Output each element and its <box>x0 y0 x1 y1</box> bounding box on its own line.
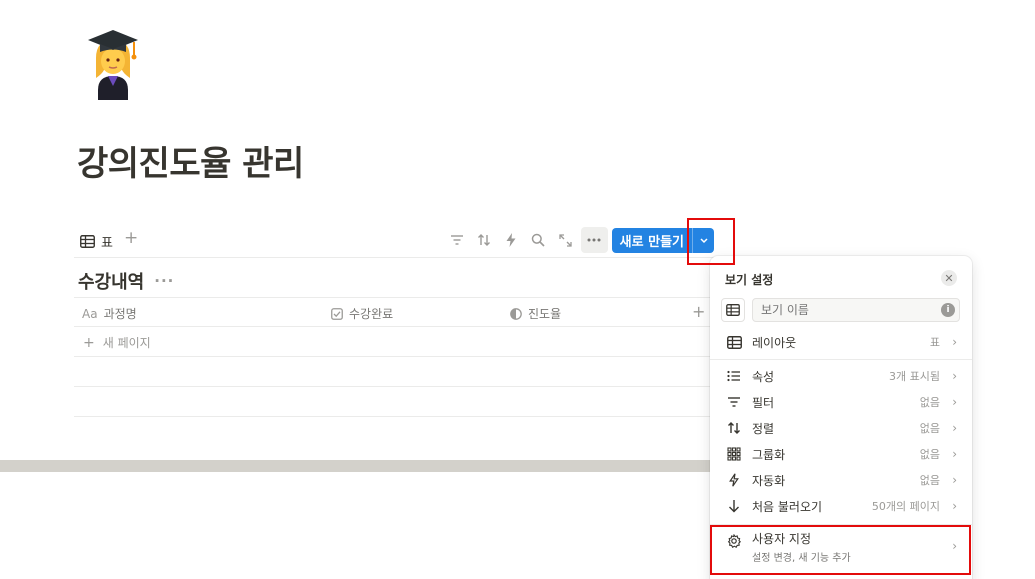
column-header-progress[interactable]: 진도율 <box>510 305 561 322</box>
checkbox-icon <box>331 307 343 320</box>
highlight-box-customize <box>710 525 971 575</box>
automation-label: 자동화 <box>752 473 786 488</box>
database-more-icon[interactable]: ··· <box>154 272 174 290</box>
initial-load-value: 50개의 페이지 <box>871 500 940 513</box>
table-header: Aa 과정명 수강완료 진도율 + <box>74 297 714 327</box>
expand-button[interactable] <box>552 227 579 253</box>
list-icon <box>726 368 742 384</box>
automation-button[interactable] <box>498 227 525 253</box>
table-row <box>74 357 714 387</box>
initial-load-row[interactable]: 처음 불러오기 50개의 페이지 › <box>710 493 972 519</box>
group-row[interactable]: 그룹화 없음 › <box>710 441 972 467</box>
sort-row[interactable]: 정렬 없음 › <box>710 415 972 441</box>
table-row <box>74 387 714 417</box>
view-icon-button[interactable] <box>721 298 745 322</box>
search-icon <box>531 233 545 247</box>
column-header-label: 과정명 <box>103 307 137 321</box>
page-title: 강의진도율 관리 <box>77 144 304 184</box>
close-button[interactable]: ✕ <box>941 270 957 286</box>
filter-button[interactable] <box>444 227 471 253</box>
database-title-text: 수강내역 <box>78 272 145 293</box>
layout-value: 표 <box>929 336 940 349</box>
column-header-label: 수강완료 <box>349 307 394 321</box>
search-button[interactable] <box>525 227 552 253</box>
page-divider-bar <box>0 460 720 472</box>
sort-label: 정렬 <box>752 421 775 436</box>
automation-row[interactable]: 자동화 없음 › <box>710 467 972 493</box>
expand-icon <box>559 233 572 247</box>
more-options-button[interactable] <box>580 227 608 253</box>
properties-label: 속성 <box>752 369 775 384</box>
layout-row[interactable]: 레이아웃 표 › <box>710 329 972 355</box>
view-name-input[interactable] <box>752 298 960 322</box>
column-header-completed[interactable]: 수강완료 <box>331 305 393 322</box>
view-settings-title: 보기 설정 <box>725 273 774 287</box>
sort-value: 없음 <box>919 422 940 435</box>
view-toolbar: 새로 만들기 <box>444 227 714 253</box>
more-dots-icon <box>587 238 601 242</box>
filter-value: 없음 <box>919 396 940 409</box>
formula-icon <box>510 307 522 320</box>
column-header-label: 진도율 <box>528 307 562 321</box>
page-icon-graduate[interactable] <box>84 28 142 100</box>
database-table: Aa 과정명 수강완료 진도율 + + 새 페이지 <box>74 297 714 417</box>
arrow-down-icon <box>726 498 742 514</box>
new-button[interactable]: 새로 만들기 <box>611 227 692 253</box>
new-page-label: 새 페이지 <box>102 336 151 350</box>
layout-label: 레이아웃 <box>752 335 797 350</box>
lightning-icon <box>506 233 516 247</box>
filter-icon <box>451 235 464 245</box>
divider <box>710 359 972 360</box>
automation-value: 없음 <box>919 474 940 487</box>
sort-button[interactable] <box>471 227 498 253</box>
chevron-right-icon: › <box>952 499 957 513</box>
properties-row[interactable]: 속성 3개 표시됨 › <box>710 363 972 389</box>
chevron-right-icon: › <box>952 395 957 409</box>
filter-icon <box>726 394 742 410</box>
sort-icon <box>478 234 491 246</box>
table-icon <box>80 234 95 248</box>
filter-label: 필터 <box>752 395 775 410</box>
column-header-name[interactable]: Aa 과정명 <box>82 305 137 322</box>
initial-load-label: 처음 불러오기 <box>752 499 823 514</box>
new-page-button[interactable]: + 새 페이지 <box>83 334 151 351</box>
table-row-new-page[interactable]: + 새 페이지 <box>74 327 714 357</box>
filter-row[interactable]: 필터 없음 › <box>710 389 972 415</box>
lightning-icon <box>726 472 742 488</box>
info-icon[interactable]: i <box>941 303 955 317</box>
properties-value: 3개 표시됨 <box>889 370 940 383</box>
tab-table-view[interactable]: 표 <box>80 230 113 252</box>
view-bar: 표 + 새로 만들기 <box>74 226 714 258</box>
highlight-box-new-dropdown <box>687 218 735 265</box>
add-view-button[interactable]: + <box>124 228 138 248</box>
chevron-right-icon: › <box>952 335 957 349</box>
tab-table-label: 표 <box>101 235 113 251</box>
add-property-button[interactable]: + <box>692 302 705 321</box>
table-icon <box>726 304 740 316</box>
table-icon <box>726 334 742 350</box>
group-value: 없음 <box>919 448 940 461</box>
sort-icon <box>726 420 742 436</box>
text-aa-icon: Aa <box>82 306 98 321</box>
chevron-right-icon: › <box>952 369 957 383</box>
graduate-emoji-icon <box>88 30 138 100</box>
plus-icon: + <box>83 334 95 351</box>
chevron-right-icon: › <box>952 447 957 461</box>
plus-icon: + <box>124 228 139 248</box>
chevron-right-icon: › <box>952 473 957 487</box>
close-icon: ✕ <box>944 271 954 285</box>
chevron-right-icon: › <box>952 421 957 435</box>
database-title[interactable]: 수강내역 ··· <box>78 268 174 294</box>
group-icon <box>726 446 742 462</box>
group-label: 그룹화 <box>752 447 786 462</box>
